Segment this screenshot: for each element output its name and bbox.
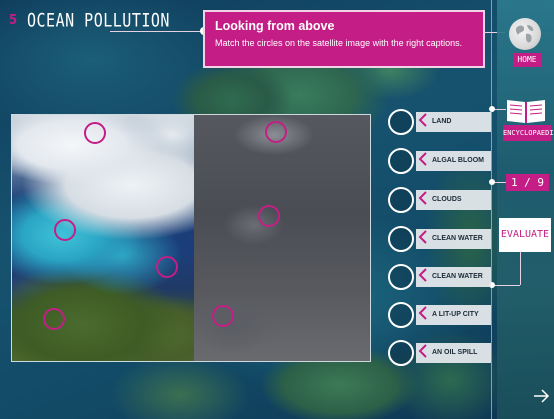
- chevron-left-icon: [418, 113, 427, 127]
- chevron-left-icon: [418, 306, 427, 320]
- target-circle-5[interactable]: [156, 256, 178, 278]
- satellite-image-natural: [12, 115, 194, 361]
- home-button[interactable]: HOME: [513, 53, 541, 67]
- next-arrow-svg: [534, 389, 550, 403]
- target-circle-4[interactable]: [258, 205, 280, 227]
- instruction-box: Looking from above Match the circles on …: [203, 10, 485, 68]
- encyclopedia-button[interactable]: ENCYCLOPAEDIA: [503, 125, 554, 141]
- caption-drop-circle[interactable]: [388, 302, 414, 328]
- instruction-text: Match the circles on the satellite image…: [215, 38, 463, 48]
- chevron-left-icon: [418, 152, 427, 166]
- chevron-left-icon: [418, 268, 427, 282]
- caption-drop-circle[interactable]: [388, 226, 414, 252]
- evaluate-button[interactable]: EVALUATE: [499, 218, 551, 252]
- sidebar-divider-line: [491, 0, 492, 419]
- instruction-title: Looking from above: [215, 19, 335, 33]
- satellite-image-panel: [11, 114, 371, 362]
- target-circle-7[interactable]: [212, 305, 234, 327]
- target-circle-2[interactable]: [265, 121, 287, 143]
- chevron-left-icon: [418, 230, 427, 244]
- target-circle-6[interactable]: [43, 308, 65, 330]
- caption-drop-circle[interactable]: [388, 340, 414, 366]
- caption-drop-circle[interactable]: [388, 187, 414, 213]
- section-title: OCEAN POLLUTION: [27, 8, 170, 32]
- home-globe-icon[interactable]: [509, 18, 541, 50]
- globe-icon: [515, 25, 534, 43]
- page-counter: 1 / 9: [506, 174, 549, 191]
- target-circle-1[interactable]: [84, 122, 106, 144]
- caption-drop-circle[interactable]: [388, 109, 414, 135]
- arrow-right-icon[interactable]: [532, 386, 550, 406]
- title-connector-line: [110, 31, 208, 32]
- chevron-left-icon: [418, 344, 427, 358]
- encyclopedia-book-icon[interactable]: [505, 96, 547, 124]
- target-circle-3[interactable]: [54, 219, 76, 241]
- caption-drop-circle[interactable]: [388, 264, 414, 290]
- section-title-bar: 5 OCEAN POLLUTION: [0, 8, 200, 32]
- section-number: 5: [9, 12, 18, 28]
- counter-connector-dot: [489, 179, 495, 185]
- caption-drop-circle[interactable]: [388, 148, 414, 174]
- chevron-left-icon: [418, 191, 427, 205]
- evaluate-connector-line: [492, 285, 520, 286]
- evaluate-connector-vertical: [520, 252, 521, 285]
